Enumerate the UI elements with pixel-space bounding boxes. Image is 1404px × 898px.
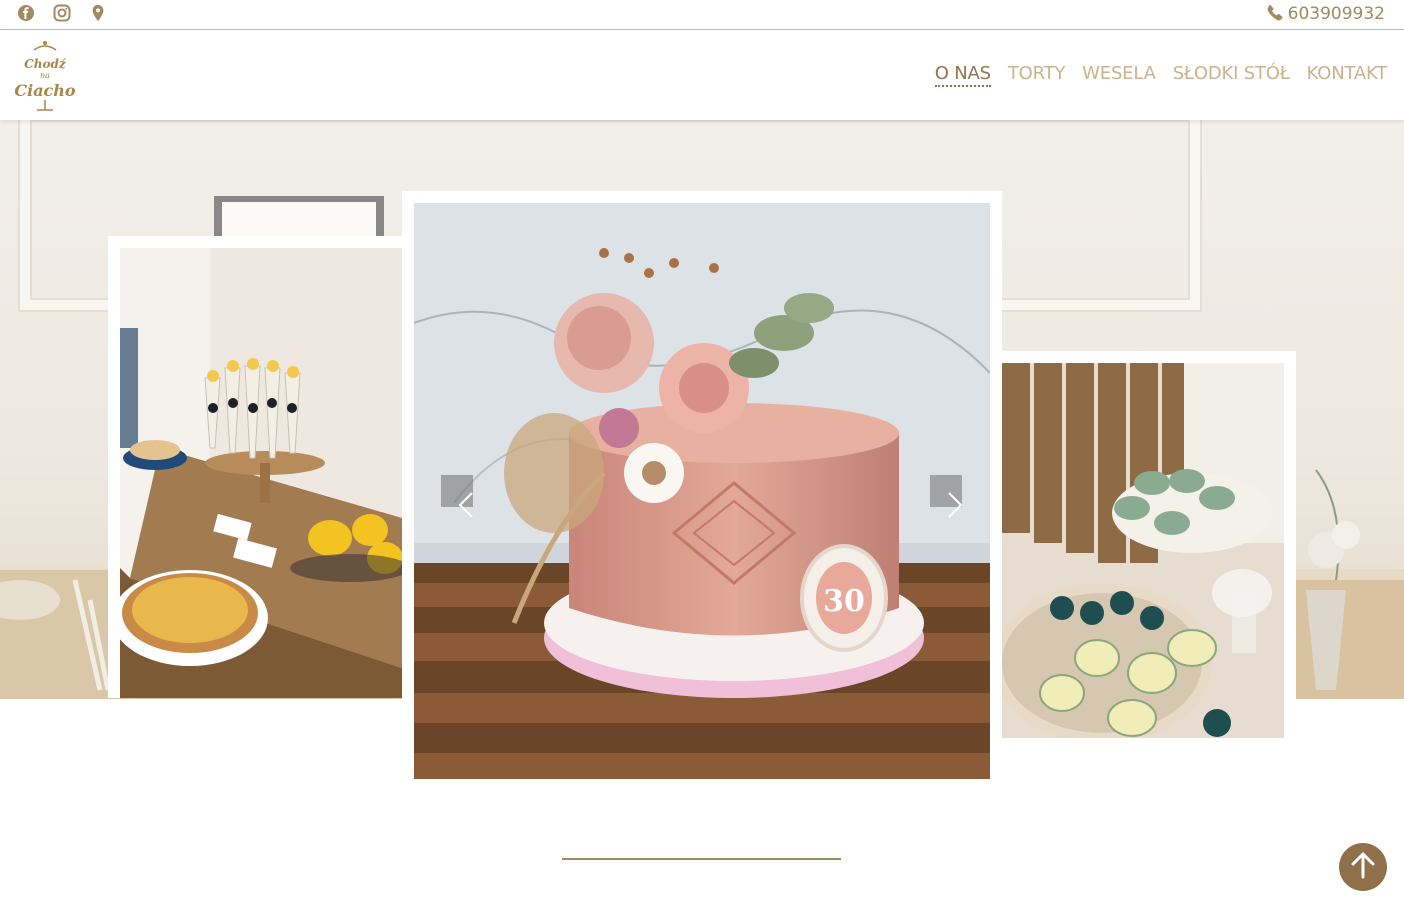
nav-item-o-nas[interactable]: O NAS <box>934 63 991 87</box>
instagram-icon[interactable] <box>53 4 71 22</box>
background-decor-right <box>1296 469 1404 699</box>
dessert-table-photo <box>120 248 402 698</box>
cake-topper-number: 30 <box>823 584 865 619</box>
slide-pink-cake[interactable]: 30 <box>402 191 1002 779</box>
carousel-next-button[interactable] <box>930 475 963 518</box>
map-pin-icon[interactable] <box>89 4 107 22</box>
arrow-up-icon <box>1350 851 1376 883</box>
nav-item-torty[interactable]: TORTY <box>1008 63 1066 87</box>
carousel-prev-button[interactable] <box>441 475 473 518</box>
phone-number[interactable]: 603909932 <box>1288 4 1385 24</box>
logo-text-line1: Chodź <box>24 57 67 71</box>
pink-cake-photo: 30 <box>414 203 990 779</box>
slide-dessert-table[interactable] <box>108 236 402 698</box>
main-nav: O NAS TORTY WESELA SŁODKI STÓŁ KONTAKT <box>934 63 1388 87</box>
site-logo[interactable]: Chodź na Ciacho <box>10 40 80 112</box>
logo-text-line2: na <box>40 71 50 80</box>
nav-item-slodki-stol[interactable]: SŁODKI STÓŁ <box>1173 63 1290 87</box>
phone-icon <box>1267 4 1284 25</box>
nav-item-wesela[interactable]: WESELA <box>1082 63 1156 87</box>
scroll-to-top-button[interactable] <box>1339 843 1387 891</box>
top-bar: 603909932 <box>0 0 1404 30</box>
logo-text-line3: Ciacho <box>14 81 76 100</box>
nav-item-kontakt[interactable]: KONTAKT <box>1307 63 1388 87</box>
section-divider <box>562 858 841 860</box>
background-decor-left <box>0 570 110 699</box>
facebook-icon[interactable] <box>17 4 35 22</box>
cakesicles-photo <box>1002 363 1284 738</box>
phone-contact[interactable]: 603909932 <box>1267 3 1385 25</box>
site-header: Chodź na Ciacho O NAS TORTY WESELA SŁODK… <box>0 30 1404 120</box>
slide-cakesicles[interactable] <box>1002 351 1296 738</box>
